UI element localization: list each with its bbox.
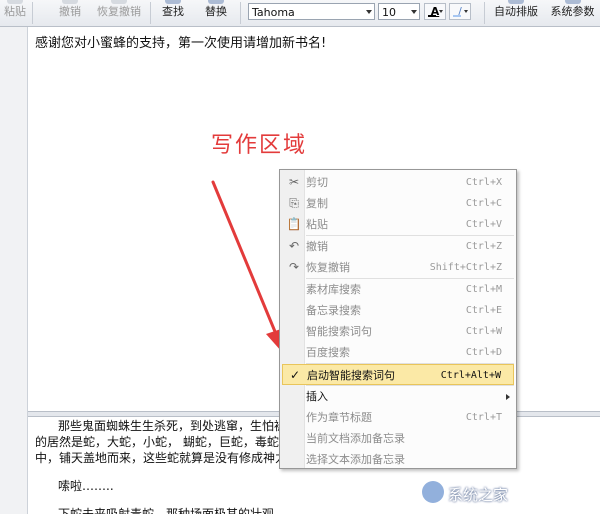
auto-format-label: 自动排版 (494, 5, 538, 18)
scissors-icon: ✂ (288, 175, 300, 189)
menu-item[interactable]: 📋 粘贴 Ctrl+V (282, 214, 514, 235)
lower-text-line: 中，铺天盖地而来，这些蛇就算是没有修成神力 (35, 451, 288, 465)
menu-item-label: 插入 (306, 390, 328, 403)
menu-item-shortcut: Ctrl+V (465, 219, 502, 230)
menu-item-label: 恢复撤销 (306, 261, 350, 274)
menu-item-shortcut: Ctrl+Alt+W (440, 370, 501, 381)
menu-item-label: 百度搜索 (306, 346, 350, 359)
undo-label: 撤销 (59, 5, 81, 18)
menu-item[interactable]: ✓ 启动智能搜索词句 Ctrl+Alt+W (282, 364, 514, 385)
menu-item-label: 作为章节标题 (306, 411, 372, 424)
font-color-button[interactable]: A (424, 3, 446, 20)
chevron-down-icon (439, 10, 443, 13)
redo-icon: ↷ (288, 260, 300, 274)
font-name-value: Tahoma (252, 6, 295, 19)
watermark-text: 系统之家 (448, 486, 509, 504)
menu-item-label: 复制 (306, 197, 328, 210)
menu-item-label: 备忘录搜索 (306, 304, 361, 317)
editor-first-line: 感谢您对小蜜蜂的支持，第一次使用请增加新书名! (35, 36, 327, 51)
menu-item-shortcut: Ctrl+Z (465, 241, 502, 252)
left-gutter (0, 27, 28, 514)
menu-item[interactable]: ⎘ 复制 Ctrl+C (282, 193, 514, 214)
toolbar-separator (240, 2, 241, 24)
toolbar-separator (150, 2, 151, 24)
replace-button[interactable]: 替换 (198, 0, 234, 26)
find-label: 查找 (162, 5, 184, 18)
menu-item-shortcut: Ctrl+C (465, 198, 502, 209)
toolbar: 粘贴 撤销 恢复撤销 查找 替换 Tahoma 10 A / 自动排版 系统参数 (0, 0, 600, 27)
paste-label: 粘贴 (4, 5, 26, 18)
menu-item[interactable]: 备忘录搜索 Ctrl+E (282, 300, 514, 321)
redo-button[interactable]: 恢复撤销 (92, 0, 146, 26)
font-size-select[interactable]: 10 (378, 3, 420, 20)
writing-area-annotation: 写作区域 (211, 133, 308, 158)
menu-item-shortcut: Ctrl+X (465, 177, 502, 188)
replace-icon (208, 0, 224, 4)
menu-item-shortcut: Ctrl+D (465, 347, 502, 358)
settings-icon (564, 0, 581, 4)
redo-label: 恢复撤销 (97, 5, 141, 18)
menu-item[interactable]: 插入 (282, 386, 514, 407)
menu-item[interactable]: 选择文本添加备忘录 (282, 449, 514, 470)
menu-item-shortcut: Ctrl+T (465, 412, 502, 423)
font-color-swatch (428, 15, 436, 17)
highlight-color-swatch (453, 15, 461, 17)
toolbar-separator (484, 2, 485, 24)
menu-item-label: 智能搜索词句 (306, 325, 372, 338)
menu-item[interactable]: ↷ 恢复撤销 Shift+Ctrl+Z (282, 257, 514, 278)
redo-icon (111, 0, 127, 4)
menu-item-shortcut: Ctrl+E (465, 305, 502, 316)
clipboard-icon: 📋 (286, 217, 302, 231)
menu-item-shortcut: Ctrl+M (465, 284, 502, 295)
lower-text-line: 下蛇未来吸射毒蛇，那种场面极其的壮观 (58, 507, 275, 514)
menu-item[interactable]: 作为章节标题 Ctrl+T (282, 407, 514, 428)
chevron-right-icon (506, 394, 510, 400)
highlight-color-button[interactable]: / (449, 3, 471, 20)
menu-item-label: 粘贴 (306, 218, 328, 231)
menu-item-label: 启动智能搜索词句 (307, 369, 395, 382)
menu-item[interactable]: 素材库搜索 Ctrl+M (282, 279, 514, 300)
menu-item[interactable]: 智能搜索词句 Ctrl+W (282, 321, 514, 342)
context-menu: ✂ 剪切 Ctrl+X ⎘ 复制 Ctrl+C 📋 粘贴 Ctrl+V ↶ 撤销 Ctrl+Z ↷ 恢复撤… (279, 169, 517, 469)
menu-item-label: 撤销 (306, 240, 328, 253)
copy-icon: ⎘ (289, 196, 299, 210)
find-button[interactable]: 查找 (156, 0, 190, 26)
replace-label: 替换 (205, 5, 227, 18)
watermark-logo-icon (422, 481, 444, 503)
font-size-value: 10 (382, 6, 396, 19)
menu-item[interactable]: 百度搜索 Ctrl+D (282, 342, 514, 363)
chevron-down-icon (464, 10, 468, 13)
chevron-down-icon (411, 10, 417, 14)
find-icon (165, 0, 181, 4)
menu-item-shortcut: Ctrl+W (465, 326, 502, 337)
menu-item-label: 选择文本添加备忘录 (306, 453, 405, 466)
paste-icon (7, 0, 23, 4)
lower-text-line: 嗦啦…….. (58, 479, 114, 493)
undo-button[interactable]: 撤销 (52, 0, 88, 26)
undo-icon: ↶ (288, 239, 300, 253)
menu-item[interactable]: ✂ 剪切 Ctrl+X (282, 172, 514, 193)
settings-button[interactable]: 系统参数 (545, 0, 600, 26)
menu-item[interactable]: ↶ 撤销 Ctrl+Z (282, 236, 514, 257)
font-name-select[interactable]: Tahoma (248, 3, 375, 20)
undo-icon (62, 0, 78, 4)
menu-item-label: 素材库搜索 (306, 283, 361, 296)
settings-label: 系统参数 (550, 5, 595, 18)
paste-button[interactable]: 粘贴 (0, 0, 30, 26)
menu-item-shortcut: Shift+Ctrl+Z (429, 262, 502, 273)
chevron-down-icon (366, 10, 372, 14)
menu-item-label: 剪切 (306, 176, 328, 189)
menu-item-label: 当前文档添加备忘录 (306, 432, 405, 445)
toolbar-separator (32, 2, 33, 24)
auto-format-icon (508, 0, 524, 4)
menu-item[interactable]: 当前文档添加备忘录 (282, 428, 514, 449)
check-icon: ✓ (289, 368, 301, 382)
auto-format-button[interactable]: 自动排版 (489, 0, 543, 26)
